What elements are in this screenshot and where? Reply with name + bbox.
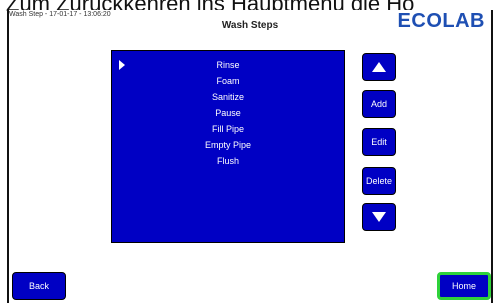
back-button[interactable]: Back	[12, 272, 66, 300]
hmi-screen: Wash Step - 17-01-17 - 13:06:20 Wash Ste…	[7, 10, 493, 303]
scroll-up-button[interactable]	[362, 53, 396, 81]
list-item[interactable]: Rinse	[112, 57, 344, 73]
wash-steps-list[interactable]: Rinse Foam Sanitize Pause Fill Pipe Empt…	[111, 50, 345, 243]
list-item[interactable]: Fill Pipe	[112, 121, 344, 137]
scroll-down-button[interactable]	[362, 203, 396, 231]
list-item[interactable]: Empty Pipe	[112, 137, 344, 153]
home-button[interactable]: Home	[437, 272, 491, 300]
add-button[interactable]: Add	[362, 90, 396, 118]
list-item[interactable]: Foam	[112, 73, 344, 89]
edit-button[interactable]: Edit	[362, 128, 396, 156]
list-item[interactable]: Pause	[112, 105, 344, 121]
status-info: Wash Step - 17-01-17 - 13:06:20	[9, 11, 111, 18]
list-item[interactable]: Flush	[112, 153, 344, 169]
ecolab-logo: ECOLAB	[397, 10, 485, 32]
up-arrow-icon	[372, 62, 386, 72]
list-item[interactable]: Sanitize	[112, 89, 344, 105]
delete-button[interactable]: Delete	[362, 167, 396, 195]
down-arrow-icon	[372, 212, 386, 222]
